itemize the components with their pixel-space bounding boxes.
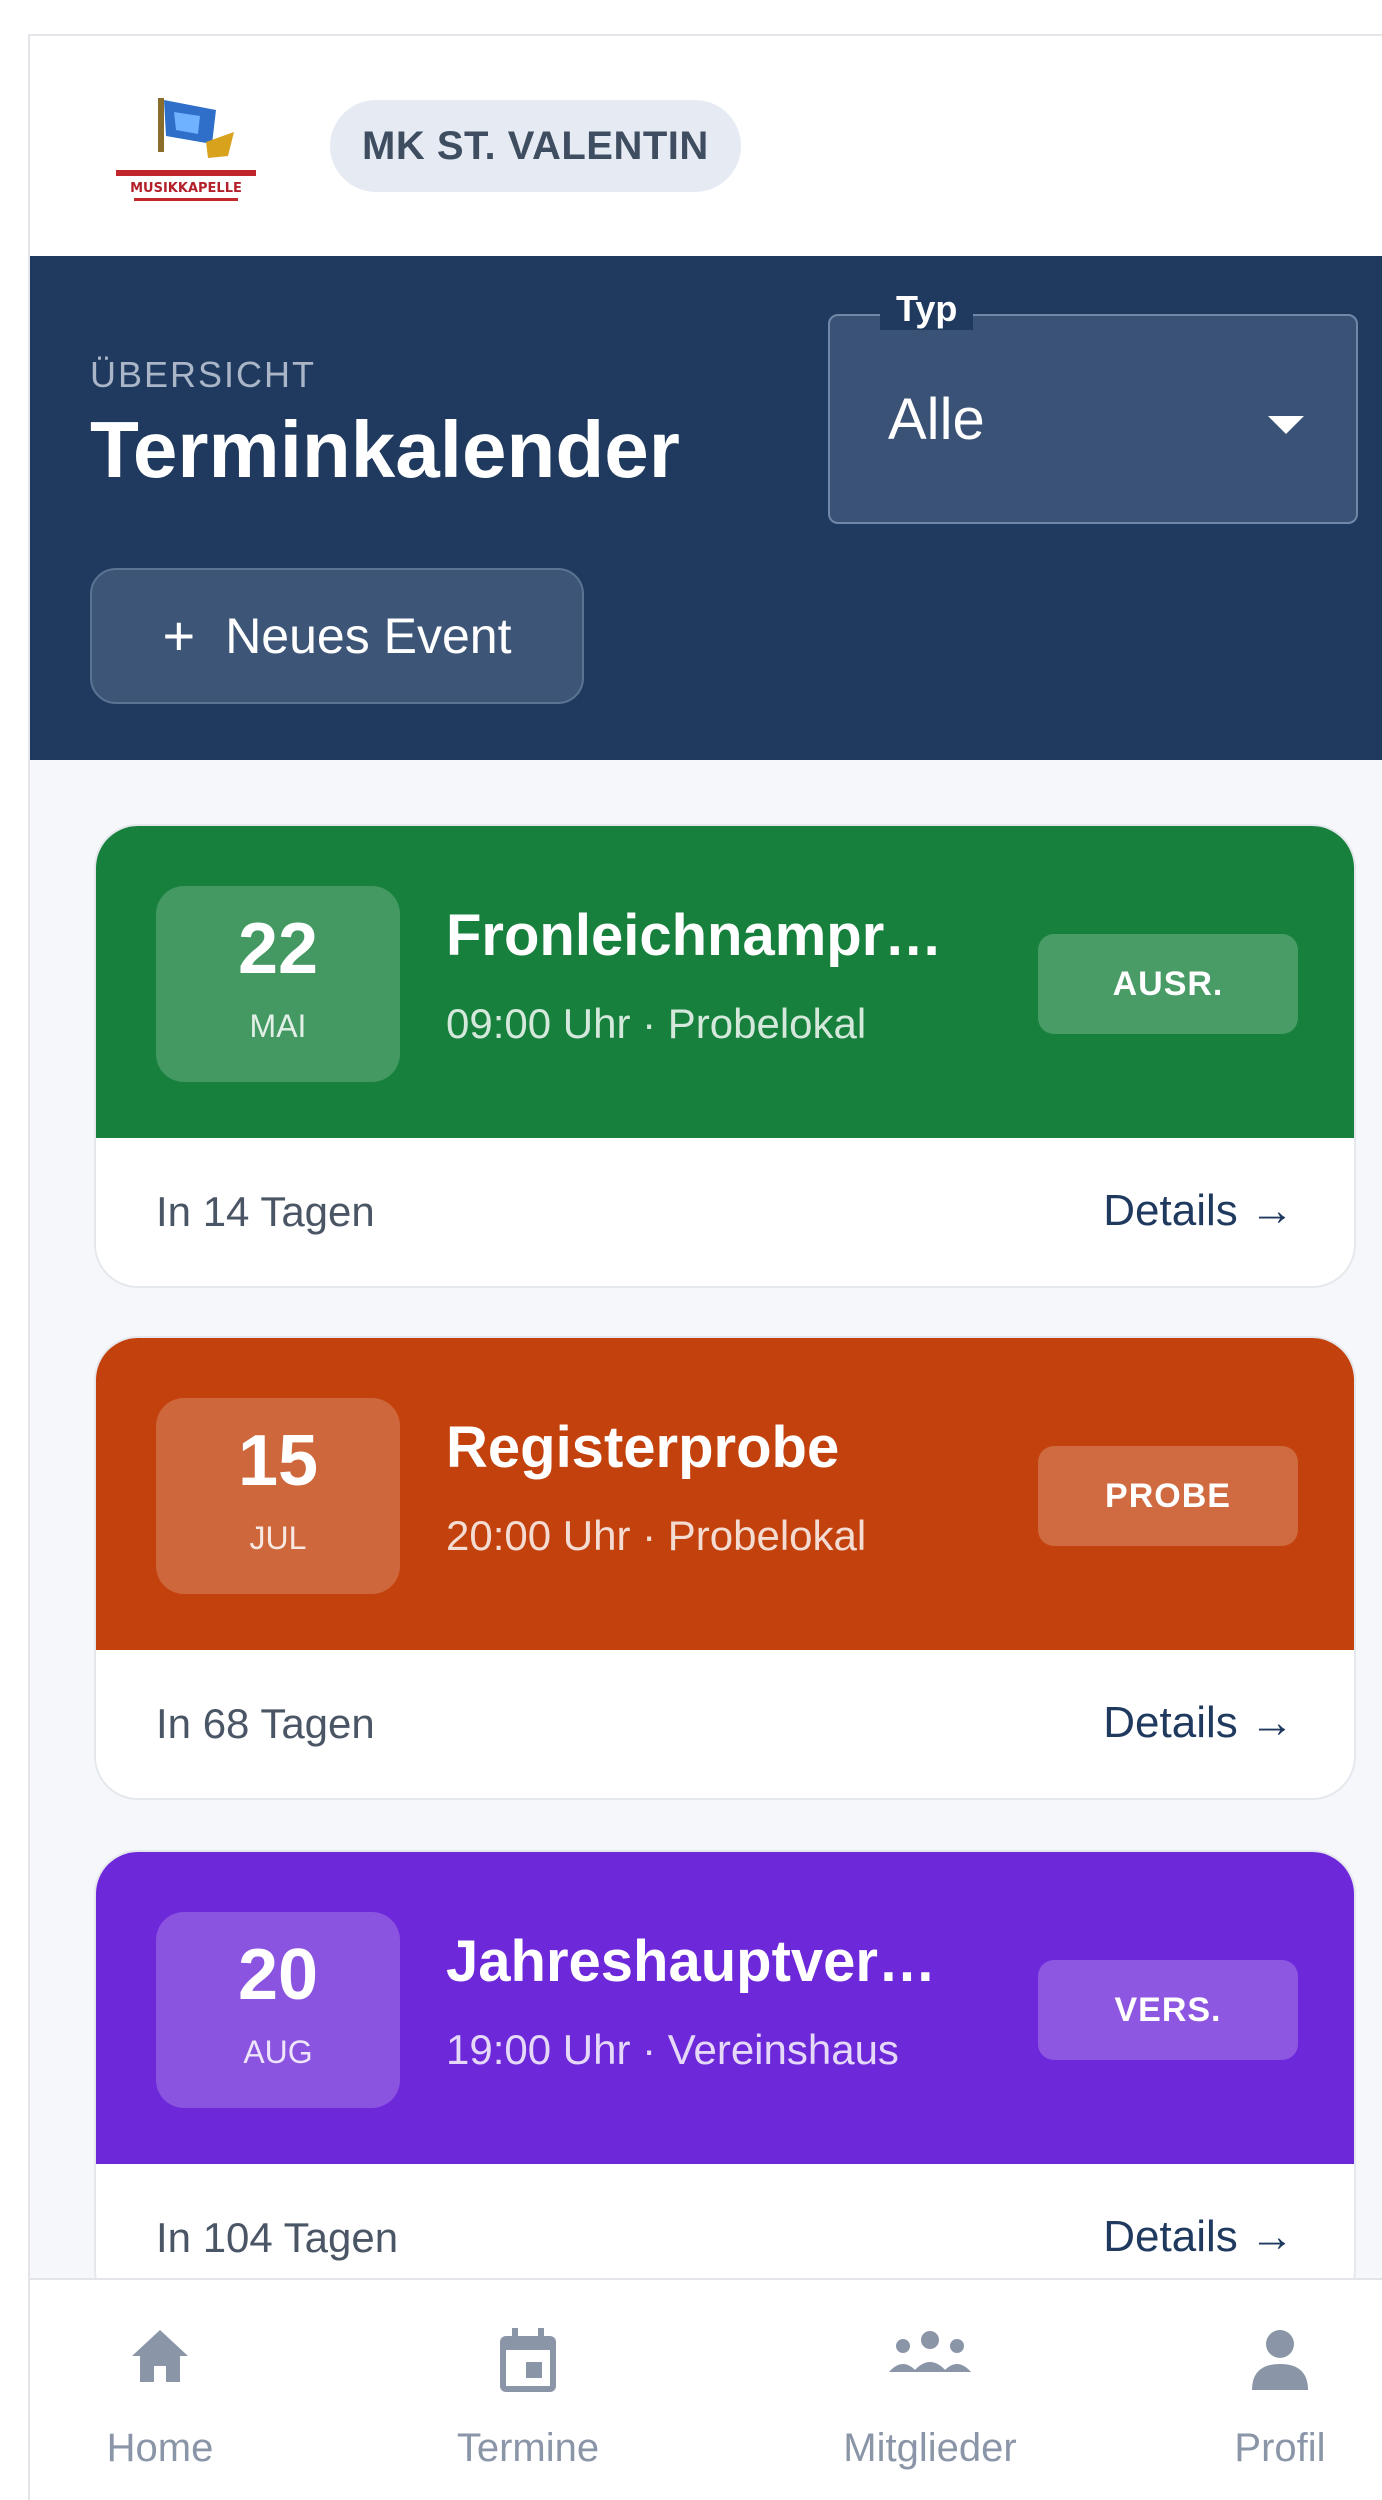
event-details-link[interactable]: Details →	[1103, 2212, 1294, 2262]
nav-profil-label: Profil	[1234, 2426, 1326, 2470]
event-date-box: 20 AUG	[156, 1912, 400, 2108]
event-type-badge: VERS.	[1038, 1960, 1298, 2060]
page-title: Terminkalender	[90, 405, 680, 494]
nav-termine[interactable]: Termine	[428, 2280, 628, 2500]
event-type-label: AUSR.	[1112, 964, 1224, 1003]
event-type-badge: PROBE	[1038, 1446, 1298, 1546]
event-card[interactable]: 20 AUG Jahreshauptversammlung 19:00 Uhr …	[94, 1850, 1356, 2314]
type-filter-select[interactable]: Typ Alle	[828, 288, 1358, 524]
event-card-header: 22 MAI Fronleichnamprozession 09:00 Uhr …	[96, 826, 1354, 1138]
event-type-badge: AUSR.	[1038, 934, 1298, 1034]
type-filter-label: Typ	[880, 288, 974, 330]
event-month: MAI	[249, 1008, 307, 1044]
nav-home[interactable]: Home	[70, 2280, 250, 2500]
event-details-link[interactable]: Details →	[1103, 1186, 1294, 1236]
svg-text:MUSIKKAPELLE: MUSIKKAPELLE	[130, 181, 242, 196]
calendar-icon	[496, 2326, 560, 2401]
event-card[interactable]: 22 MAI Fronleichnamprozession 09:00 Uhr …	[94, 824, 1356, 1288]
nav-home-label: Home	[106, 2426, 214, 2470]
event-days-left: In 68 Tagen	[156, 1700, 375, 1747]
type-filter-value: Alle	[888, 387, 985, 452]
top-bar: MUSIKKAPELLE MK ST. VALENTIN	[30, 36, 1382, 256]
event-card-footer: In 14 Tagen Details →	[96, 1138, 1354, 1286]
event-title: Registerprobe	[446, 1415, 840, 1480]
app-frame: MUSIKKAPELLE MK ST. VALENTIN ÜBERSICHT T…	[28, 34, 1382, 2500]
event-details-link[interactable]: Details →	[1103, 1698, 1294, 1748]
person-icon	[1248, 2326, 1312, 2397]
nav-mitglieder-label: Mitglieder	[843, 2426, 1017, 2470]
club-name-pill[interactable]: MK ST. VALENTIN	[330, 100, 741, 192]
event-month: AUG	[243, 2034, 313, 2070]
event-title: Jahreshauptversammlung	[446, 1929, 966, 1994]
page-header: ÜBERSICHT Terminkalender Typ Alle + Neue…	[30, 256, 1382, 760]
event-card-header: 15 JUL Registerprobe 20:00 Uhr · Probelo…	[96, 1338, 1354, 1650]
page-eyebrow: ÜBERSICHT	[90, 354, 317, 395]
event-type-label: VERS.	[1114, 1990, 1222, 2029]
event-card-header: 20 AUG Jahreshauptversammlung 19:00 Uhr …	[96, 1852, 1354, 2164]
plus-icon: +	[162, 604, 196, 667]
nav-termine-label: Termine	[456, 2426, 600, 2470]
event-meta: 19:00 Uhr · Vereinshaus	[446, 2026, 899, 2073]
event-meta: 20:00 Uhr · Probelokal	[446, 1512, 867, 1559]
event-days-left: In 104 Tagen	[156, 2214, 399, 2261]
event-title: Fronleichnamprozession	[446, 903, 966, 968]
event-type-label: PROBE	[1105, 1476, 1231, 1515]
new-event-button[interactable]: + Neues Event	[90, 568, 584, 704]
event-day: 15	[237, 1421, 319, 1501]
caret-down-icon	[1268, 416, 1304, 434]
event-date-box: 15 JUL	[156, 1398, 400, 1594]
club-logo[interactable]: MUSIKKAPELLE	[96, 92, 276, 212]
home-icon	[128, 2326, 192, 2391]
nav-profil[interactable]: Profil	[1190, 2280, 1370, 2500]
club-name: MK ST. VALENTIN	[362, 123, 709, 168]
event-day: 20	[237, 1935, 319, 2015]
event-days-left: In 14 Tagen	[156, 1188, 375, 1235]
event-month: JUL	[249, 1520, 307, 1556]
nav-mitglieder[interactable]: Mitglieder	[810, 2280, 1050, 2500]
bottom-nav: Home Termine Mitglieder Profil	[30, 2278, 1382, 2500]
event-card[interactable]: 15 JUL Registerprobe 20:00 Uhr · Probelo…	[94, 1336, 1356, 1800]
event-day: 22	[237, 909, 319, 989]
group-icon	[885, 2326, 975, 2381]
new-event-label: Neues Event	[225, 608, 512, 664]
event-date-box: 22 MAI	[156, 886, 400, 1082]
event-card-footer: In 68 Tagen Details →	[96, 1650, 1354, 1798]
event-meta: 09:00 Uhr · Probelokal	[446, 1000, 867, 1047]
